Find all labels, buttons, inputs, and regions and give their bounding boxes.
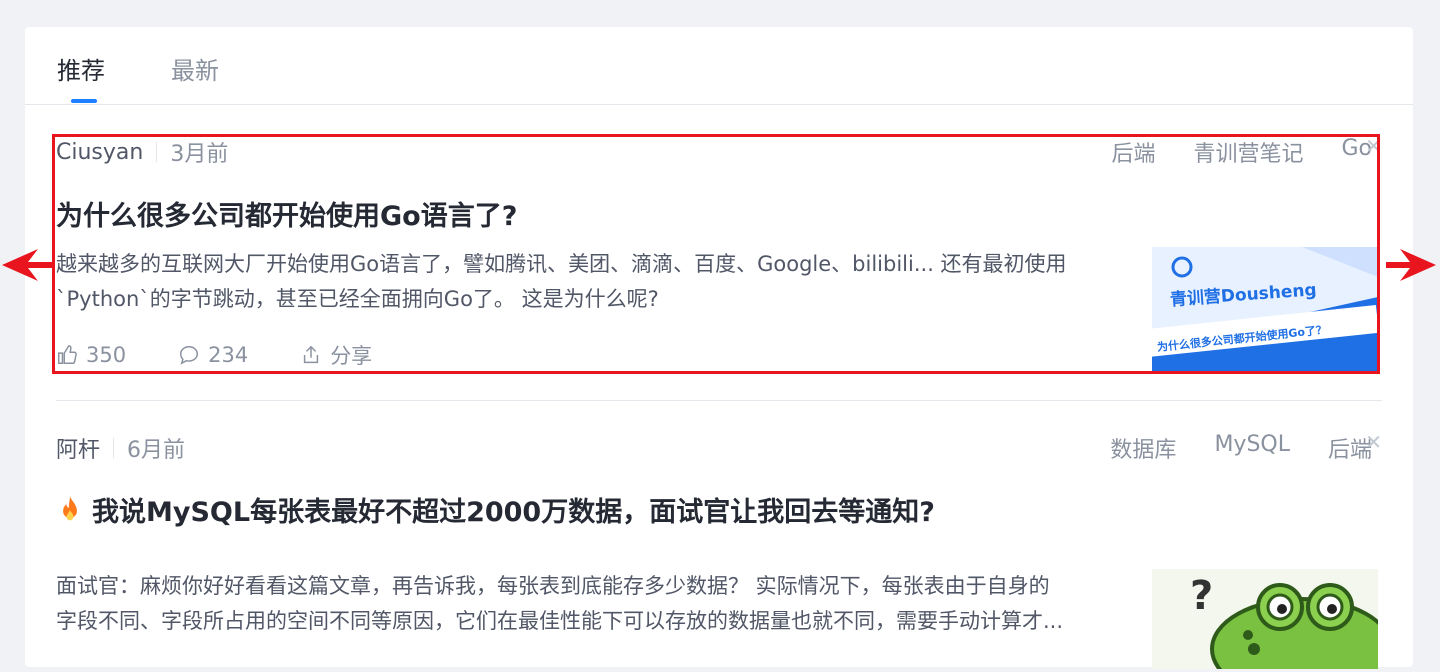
- author-name[interactable]: 阿杆: [56, 432, 100, 464]
- abstract-line: 越来越多的互联网大厂开始使用Go语言了，譬如腾讯、美团、滴滴、百度、Google…: [56, 252, 1067, 276]
- thumbs-up-icon: [58, 345, 77, 364]
- arrow-left-icon: [2, 249, 52, 281]
- active-tab-indicator: [71, 99, 97, 103]
- publish-time: 6月前: [127, 438, 186, 463]
- article-abstract[interactable]: 面试官：麻烦你好好看看这篇文章，再告诉我，每张表到底能存多少数据？ 实际情况下，…: [56, 569, 1136, 639]
- comment-button[interactable]: 234: [178, 343, 248, 367]
- article-meta: Ciusyan 3月前: [56, 136, 228, 168]
- tag-list: 数据库 MySQL 后端: [1110, 432, 1372, 464]
- comment-count: 234: [208, 343, 249, 367]
- abstract-line: 面试官：麻烦你好好看看这篇文章，再告诉我，每张表到底能存多少数据？ 实际情况下，…: [56, 574, 1050, 598]
- tag[interactable]: 数据库: [1110, 432, 1176, 464]
- share-label: 分享: [330, 344, 373, 368]
- feed-card: 推荐 最新 Ciusyan 3月前 后端 青训营笔记 Go ✕ 为什么很多公司都…: [25, 27, 1413, 669]
- article-abstract[interactable]: 越来越多的互联网大厂开始使用Go语言了，譬如腾讯、美团、滴滴、百度、Google…: [56, 247, 1136, 317]
- meta-separator: [156, 142, 158, 162]
- share-button[interactable]: 分享: [300, 340, 372, 370]
- article-item[interactable]: 阿杆 6月前 数据库 MySQL 后端 ✕ 我说MySQL每张表最好不超过200…: [56, 430, 1382, 672]
- article-thumbnail[interactable]: 青训营Dousheng 为什么很多公司都开始使用Go了？: [1152, 247, 1378, 373]
- article-thumbnail[interactable]: ?: [1152, 569, 1378, 669]
- feed-tabs: 推荐 最新: [25, 27, 1413, 105]
- fire-icon: [63, 495, 77, 520]
- author-name[interactable]: Ciusyan: [56, 140, 143, 165]
- article-meta: 阿杆 6月前: [56, 432, 185, 464]
- article-title[interactable]: 我说MySQL每张表最好不超过2000万数据，面试官让我回去等通知?: [92, 490, 935, 529]
- arrow-right-icon: [1386, 249, 1436, 281]
- article-title[interactable]: 为什么很多公司都开始使用Go语言了?: [56, 194, 517, 233]
- article-divider: [56, 400, 1382, 401]
- close-icon[interactable]: ✕: [1365, 430, 1382, 454]
- tab-recommended[interactable]: 推荐: [57, 51, 105, 86]
- tag[interactable]: 后端: [1111, 136, 1155, 168]
- article-title-row[interactable]: 我说MySQL每张表最好不超过2000万数据，面试官让我回去等通知?: [56, 490, 935, 529]
- tag[interactable]: 青训营笔记: [1193, 136, 1303, 168]
- meta-separator: [113, 438, 115, 458]
- tab-latest[interactable]: 最新: [171, 51, 219, 86]
- publish-time: 3月前: [170, 142, 229, 167]
- close-icon[interactable]: ✕: [1365, 134, 1382, 158]
- abstract-line: `Python`的字节跳动，甚至已经全面拥向Go了。 这是为什么呢?: [56, 287, 659, 311]
- article-actions: 350 234 分享: [56, 340, 424, 370]
- tag[interactable]: MySQL: [1214, 432, 1290, 464]
- abstract-line: 字段不同、字段所占用的空间不同等原因，它们在最佳性能下可以存放的数据量也就不同，…: [56, 609, 1064, 633]
- share-icon: [304, 345, 319, 364]
- like-button[interactable]: 350: [56, 343, 126, 367]
- article-item[interactable]: Ciusyan 3月前 后端 青训营笔记 Go ✕ 为什么很多公司都开始使用Go…: [56, 134, 1382, 376]
- comment-icon: [180, 346, 199, 365]
- tag-list: 后端 青训营笔记 Go: [1111, 136, 1372, 168]
- like-count: 350: [86, 343, 127, 367]
- question-mark-icon: ?: [1190, 573, 1213, 619]
